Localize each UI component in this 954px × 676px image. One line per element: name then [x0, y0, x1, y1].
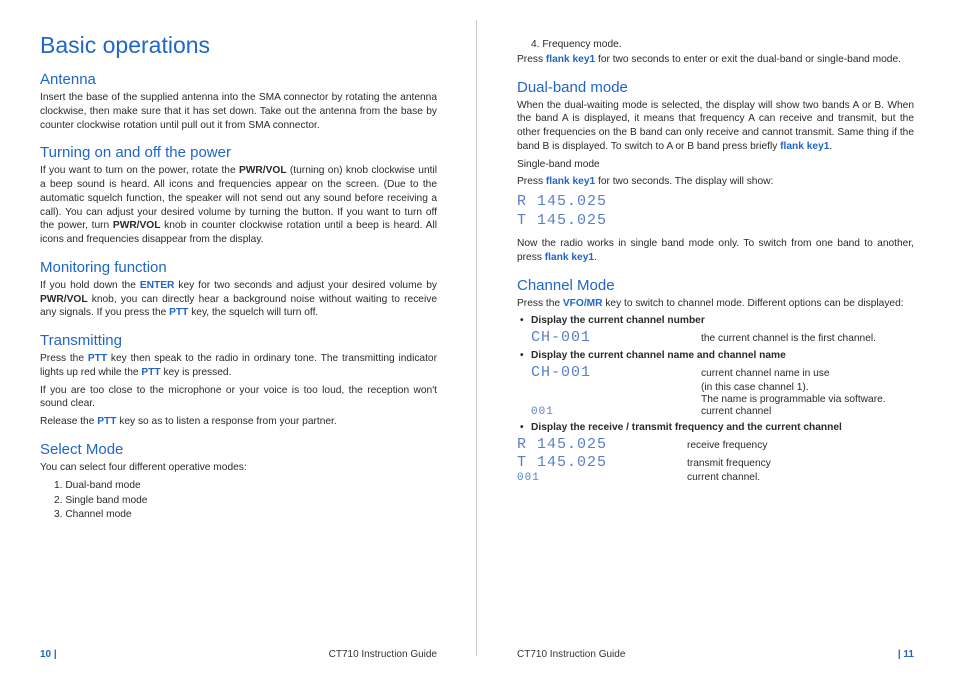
- lcd-display: R 145.025: [517, 436, 687, 453]
- page-left: Basic operations Antenna Insert the base…: [0, 0, 477, 676]
- lcd-display: CH-001: [517, 364, 701, 381]
- row-desc: (in this case channel 1).: [701, 382, 914, 393]
- section-dual-body-2: Single-band mode: [517, 158, 914, 172]
- section-dual-body-1: When the dual-waiting mode is selected, …: [517, 99, 914, 154]
- display-row: (in this case channel 1).: [517, 382, 914, 393]
- guide-title: CT710 Instruction Guide: [517, 649, 625, 660]
- lcd-display: 001: [517, 472, 687, 484]
- page-right: 4. Frequency mode. Press flank key1 for …: [477, 0, 954, 676]
- display-row: 001 current channel: [517, 406, 914, 418]
- row-desc: transmit frequency: [687, 458, 914, 469]
- list-item: 3. Channel mode: [40, 508, 437, 522]
- section-dual-title: Dual-band mode: [517, 79, 914, 96]
- section-monitor-body: If you hold down the ENTER key for two s…: [40, 279, 437, 320]
- footer-left: 10 | CT710 Instruction Guide: [40, 649, 437, 660]
- section-select-title: Select Mode: [40, 441, 437, 458]
- lcd-display: R 145.025: [517, 193, 914, 210]
- section-transmit-body-3: Release the PTT key so as to listen a re…: [40, 415, 437, 429]
- section-channel-intro: Press the VFO/MR key to switch to channe…: [517, 297, 914, 311]
- bullet-item: Display the current channel name and cha…: [517, 349, 914, 363]
- bullet-item: Display the receive / transmit frequency…: [517, 421, 914, 435]
- section-transmit-body-1: Press the PTT key then speak to the radi…: [40, 352, 437, 380]
- footer-right: CT710 Instruction Guide | 11: [517, 649, 914, 660]
- page-number: | 11: [898, 649, 914, 660]
- section-power-title: Turning on and off the power: [40, 144, 437, 161]
- page-spread: Basic operations Antenna Insert the base…: [0, 0, 954, 676]
- row-desc: current channel: [701, 406, 914, 417]
- top-instruction: Press flank key1 for two seconds to ente…: [517, 53, 914, 67]
- lcd-display: 001: [517, 406, 701, 418]
- guide-title: CT710 Instruction Guide: [329, 649, 437, 660]
- display-row: 001 current channel.: [517, 472, 914, 484]
- list-item: 1. Dual-band mode: [40, 479, 437, 493]
- section-dual-body-3: Press flank key1 for two seconds. The di…: [517, 175, 914, 189]
- list-item: 2. Single band mode: [40, 494, 437, 508]
- row-desc: current channel.: [687, 472, 914, 483]
- bullet-item: Display the current channel number: [517, 314, 914, 328]
- list-item: 4. Frequency mode.: [517, 38, 914, 52]
- row-desc: current channel name in use: [701, 368, 914, 379]
- section-power-body: If you want to turn on the power, rotate…: [40, 164, 437, 247]
- row-desc: The name is programmable via software.: [701, 394, 914, 405]
- display-row: T 145.025 transmit frequency: [517, 454, 914, 471]
- display-row: The name is programmable via software.: [517, 394, 914, 405]
- section-antenna-title: Antenna: [40, 71, 437, 88]
- main-heading: Basic operations: [40, 32, 437, 59]
- lcd-display: T 145.025: [517, 212, 914, 229]
- section-transmit-body-2: If you are too close to the microphone o…: [40, 384, 437, 412]
- page-number: 10 |: [40, 649, 57, 660]
- section-antenna-body: Insert the base of the supplied antenna …: [40, 91, 437, 132]
- section-select-intro: You can select four different operative …: [40, 461, 437, 475]
- section-transmit-title: Transmitting: [40, 332, 437, 349]
- lcd-display: T 145.025: [517, 454, 687, 471]
- display-row: CH-001 current channel name in use: [517, 364, 914, 381]
- display-row: CH-001 the current channel is the first …: [517, 329, 914, 346]
- lcd-display: CH-001: [517, 329, 701, 346]
- section-channel-title: Channel Mode: [517, 277, 914, 294]
- display-row: R 145.025 receive frequency: [517, 436, 914, 453]
- section-dual-body-4: Now the radio works in single band mode …: [517, 237, 914, 265]
- row-desc: receive frequency: [687, 440, 914, 451]
- section-monitor-title: Monitoring function: [40, 259, 437, 276]
- row-desc: the current channel is the first channel…: [701, 333, 914, 344]
